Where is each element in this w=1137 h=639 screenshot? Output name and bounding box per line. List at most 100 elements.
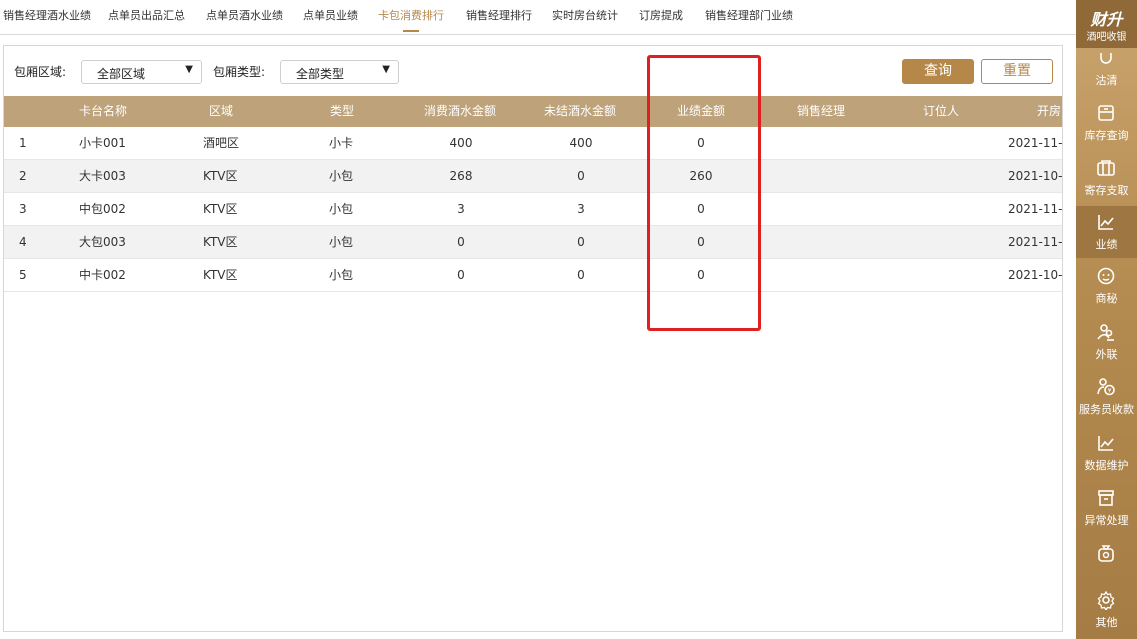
row-index: 2 bbox=[19, 169, 27, 183]
cell-unsettled-drink: 3 bbox=[577, 202, 585, 216]
tab-label: 卡包消费排行 bbox=[378, 9, 444, 22]
sidebar-item-label: 商秘 bbox=[1095, 292, 1118, 305]
brand-logo: 财升 酒吧收银 bbox=[1076, 0, 1137, 48]
cell-drink-consumption: 268 bbox=[449, 169, 473, 183]
clear-icon bbox=[1100, 53, 1112, 64]
column-header-type: 类型 bbox=[330, 104, 355, 118]
sidebar-item-label: 其他 bbox=[1095, 616, 1118, 629]
sidebar-item-label: 业绩 bbox=[1095, 238, 1118, 251]
tab-sales-manager-drink-performance[interactable]: 销售经理酒水业绩 bbox=[3, 0, 91, 34]
storage-icon bbox=[1097, 160, 1115, 176]
brand-name: 财升 bbox=[1090, 10, 1123, 29]
cell-type: 小包 bbox=[329, 169, 354, 183]
brand-subtitle: 酒吧收银 bbox=[1086, 32, 1127, 43]
cell-open-time: 2021-11-18 bbox=[1008, 136, 1062, 150]
sidebar-item-label: 服务员收款 bbox=[1079, 403, 1134, 416]
waiter-payment-icon: ¥ bbox=[1097, 378, 1115, 396]
cell-table-name: 大包003 bbox=[79, 235, 126, 249]
cell-drink-consumption: 3 bbox=[457, 202, 465, 216]
cell-performance-amount: 0 bbox=[697, 235, 705, 249]
sidebar-item-label: 异常处理 bbox=[1084, 514, 1129, 527]
sidebar-item-waiter-payment[interactable]: ¥ 服务员收款 bbox=[1076, 371, 1137, 423]
exception-icon bbox=[1098, 490, 1114, 506]
cell-performance-amount: 0 bbox=[697, 268, 705, 282]
sidebar-item-inventory[interactable]: 库存查询 bbox=[1076, 97, 1137, 149]
type-select[interactable]: 全部类型 ▼ bbox=[280, 60, 399, 84]
tab-card-room-consumption-ranking[interactable]: 卡包消费排行 bbox=[378, 0, 444, 34]
tab-sales-manager-department-performance[interactable]: 销售经理部门业绩 bbox=[705, 0, 793, 34]
table-row[interactable]: 4 大包003 KTV区 小包 0 0 0 2021-11-18 bbox=[4, 226, 1062, 259]
sidebar-item-exception[interactable]: 异常处理 bbox=[1076, 482, 1137, 534]
cell-open-time: 2021-11-18 bbox=[1008, 235, 1062, 249]
sidebar-item-other[interactable]: 其他 bbox=[1076, 584, 1137, 636]
cell-type: 小包 bbox=[329, 235, 354, 249]
row-index: 5 bbox=[19, 268, 27, 282]
contacts-icon bbox=[1097, 324, 1114, 341]
tab-order-taker-output-summary[interactable]: 点单员出品汇总 bbox=[108, 0, 185, 34]
tab-order-taker-performance[interactable]: 点单员业绩 bbox=[303, 0, 358, 34]
sidebar-item-money[interactable] bbox=[1076, 537, 1137, 579]
query-button[interactable]: 查询 bbox=[902, 59, 974, 84]
tab-label: 点单员出品汇总 bbox=[108, 9, 185, 22]
tab-label: 点单员业绩 bbox=[303, 9, 358, 22]
cell-performance-amount: 0 bbox=[697, 136, 705, 150]
table-header: 卡台名称 区域 类型 消费酒水金额 未结酒水金额 业绩金额 销售经理 订位人 开… bbox=[4, 96, 1062, 127]
cell-drink-consumption: 400 bbox=[449, 136, 473, 150]
cell-table-name: 中包002 bbox=[79, 202, 126, 216]
cell-type: 小包 bbox=[329, 202, 354, 216]
sidebar-item-storage[interactable]: 寄存支取 bbox=[1076, 152, 1137, 204]
column-header-drink-consumption: 消费酒水金额 bbox=[424, 104, 497, 118]
table-row[interactable]: 2 大卡003 KTV区 小包 268 0 260 2021-10-29 bbox=[4, 160, 1062, 193]
inventory-icon bbox=[1098, 105, 1114, 121]
sidebar-item-contacts[interactable]: 外联 bbox=[1076, 316, 1137, 368]
cell-performance-amount: 260 bbox=[689, 169, 713, 183]
tab-label: 销售经理排行 bbox=[466, 9, 532, 22]
sidebar-item-data-maintenance[interactable]: 数据维护 bbox=[1076, 427, 1137, 479]
cell-area: KTV区 bbox=[203, 268, 238, 282]
cell-unsettled-drink: 400 bbox=[569, 136, 593, 150]
sidebar-item-secretary[interactable]: 商秘 bbox=[1076, 260, 1137, 312]
sidebar-item-performance[interactable]: 业绩 bbox=[1076, 206, 1137, 258]
right-sidebar: 财升 酒吧收银 沽清 库存查询 寄存支取 业绩 商秘 外联 ¥ 服务员收款 数据… bbox=[1076, 0, 1137, 639]
area-select[interactable]: 全部区域 ▼ bbox=[81, 60, 202, 84]
tab-sales-manager-ranking[interactable]: 销售经理排行 bbox=[466, 0, 532, 34]
sidebar-item-label: 外联 bbox=[1095, 348, 1118, 361]
tab-order-taker-drink-performance[interactable]: 点单员酒水业绩 bbox=[206, 0, 283, 34]
sidebar-item-label: 寄存支取 bbox=[1084, 184, 1129, 197]
svg-text:¥: ¥ bbox=[1108, 388, 1112, 395]
table-row[interactable]: 1 小卡001 酒吧区 小卡 400 400 0 2021-11-18 bbox=[4, 127, 1062, 160]
type-filter-label: 包厢类型: bbox=[213, 65, 266, 79]
sidebar-item-label: 数据维护 bbox=[1084, 459, 1129, 472]
cell-table-name: 小卡001 bbox=[79, 136, 126, 150]
cell-unsettled-drink: 0 bbox=[577, 169, 585, 183]
tab-realtime-room-statistics[interactable]: 实时房台统计 bbox=[552, 0, 618, 34]
cell-type: 小卡 bbox=[329, 136, 354, 150]
cell-type: 小包 bbox=[329, 268, 354, 282]
sidebar-item-label: 沽清 bbox=[1095, 74, 1118, 87]
cell-open-time: 2021-10-29 bbox=[1008, 169, 1062, 183]
cell-drink-consumption: 0 bbox=[457, 268, 465, 282]
row-index: 3 bbox=[19, 202, 27, 216]
area-select-value: 全部区域 bbox=[97, 67, 146, 81]
sidebar-item-clear[interactable]: 沽清 bbox=[1076, 48, 1137, 92]
cell-drink-consumption: 0 bbox=[457, 235, 465, 249]
column-header-table-name: 卡台名称 bbox=[79, 104, 128, 118]
active-tab-indicator bbox=[403, 30, 419, 32]
tab-booking-commission[interactable]: 订房提成 bbox=[639, 0, 683, 34]
column-header-sales-manager: 销售经理 bbox=[797, 104, 846, 118]
cell-table-name: 大卡003 bbox=[79, 169, 126, 183]
gear-icon bbox=[1097, 590, 1115, 610]
column-header-area: 区域 bbox=[209, 104, 234, 118]
tab-label: 实时房台统计 bbox=[552, 9, 618, 22]
area-filter-label: 包厢区域: bbox=[14, 65, 67, 79]
table-row[interactable]: 5 中卡002 KTV区 小包 0 0 0 2021-10-25 bbox=[4, 259, 1062, 292]
cell-area: 酒吧区 bbox=[203, 136, 240, 150]
tab-label: 销售经理部门业绩 bbox=[705, 9, 793, 22]
tab-label: 销售经理酒水业绩 bbox=[3, 9, 91, 22]
row-index: 1 bbox=[19, 136, 27, 150]
sidebar-item-label: 库存查询 bbox=[1084, 129, 1129, 142]
report-panel: 包厢区域: 全部区域 ▼ 包厢类型: 全部类型 ▼ 查询 重置 卡台名称 区域 … bbox=[3, 45, 1063, 632]
cell-open-time: 2021-10-25 bbox=[1008, 268, 1062, 282]
reset-button[interactable]: 重置 bbox=[981, 59, 1053, 84]
table-row[interactable]: 3 中包002 KTV区 小包 3 3 0 2021-11-18 bbox=[4, 193, 1062, 226]
